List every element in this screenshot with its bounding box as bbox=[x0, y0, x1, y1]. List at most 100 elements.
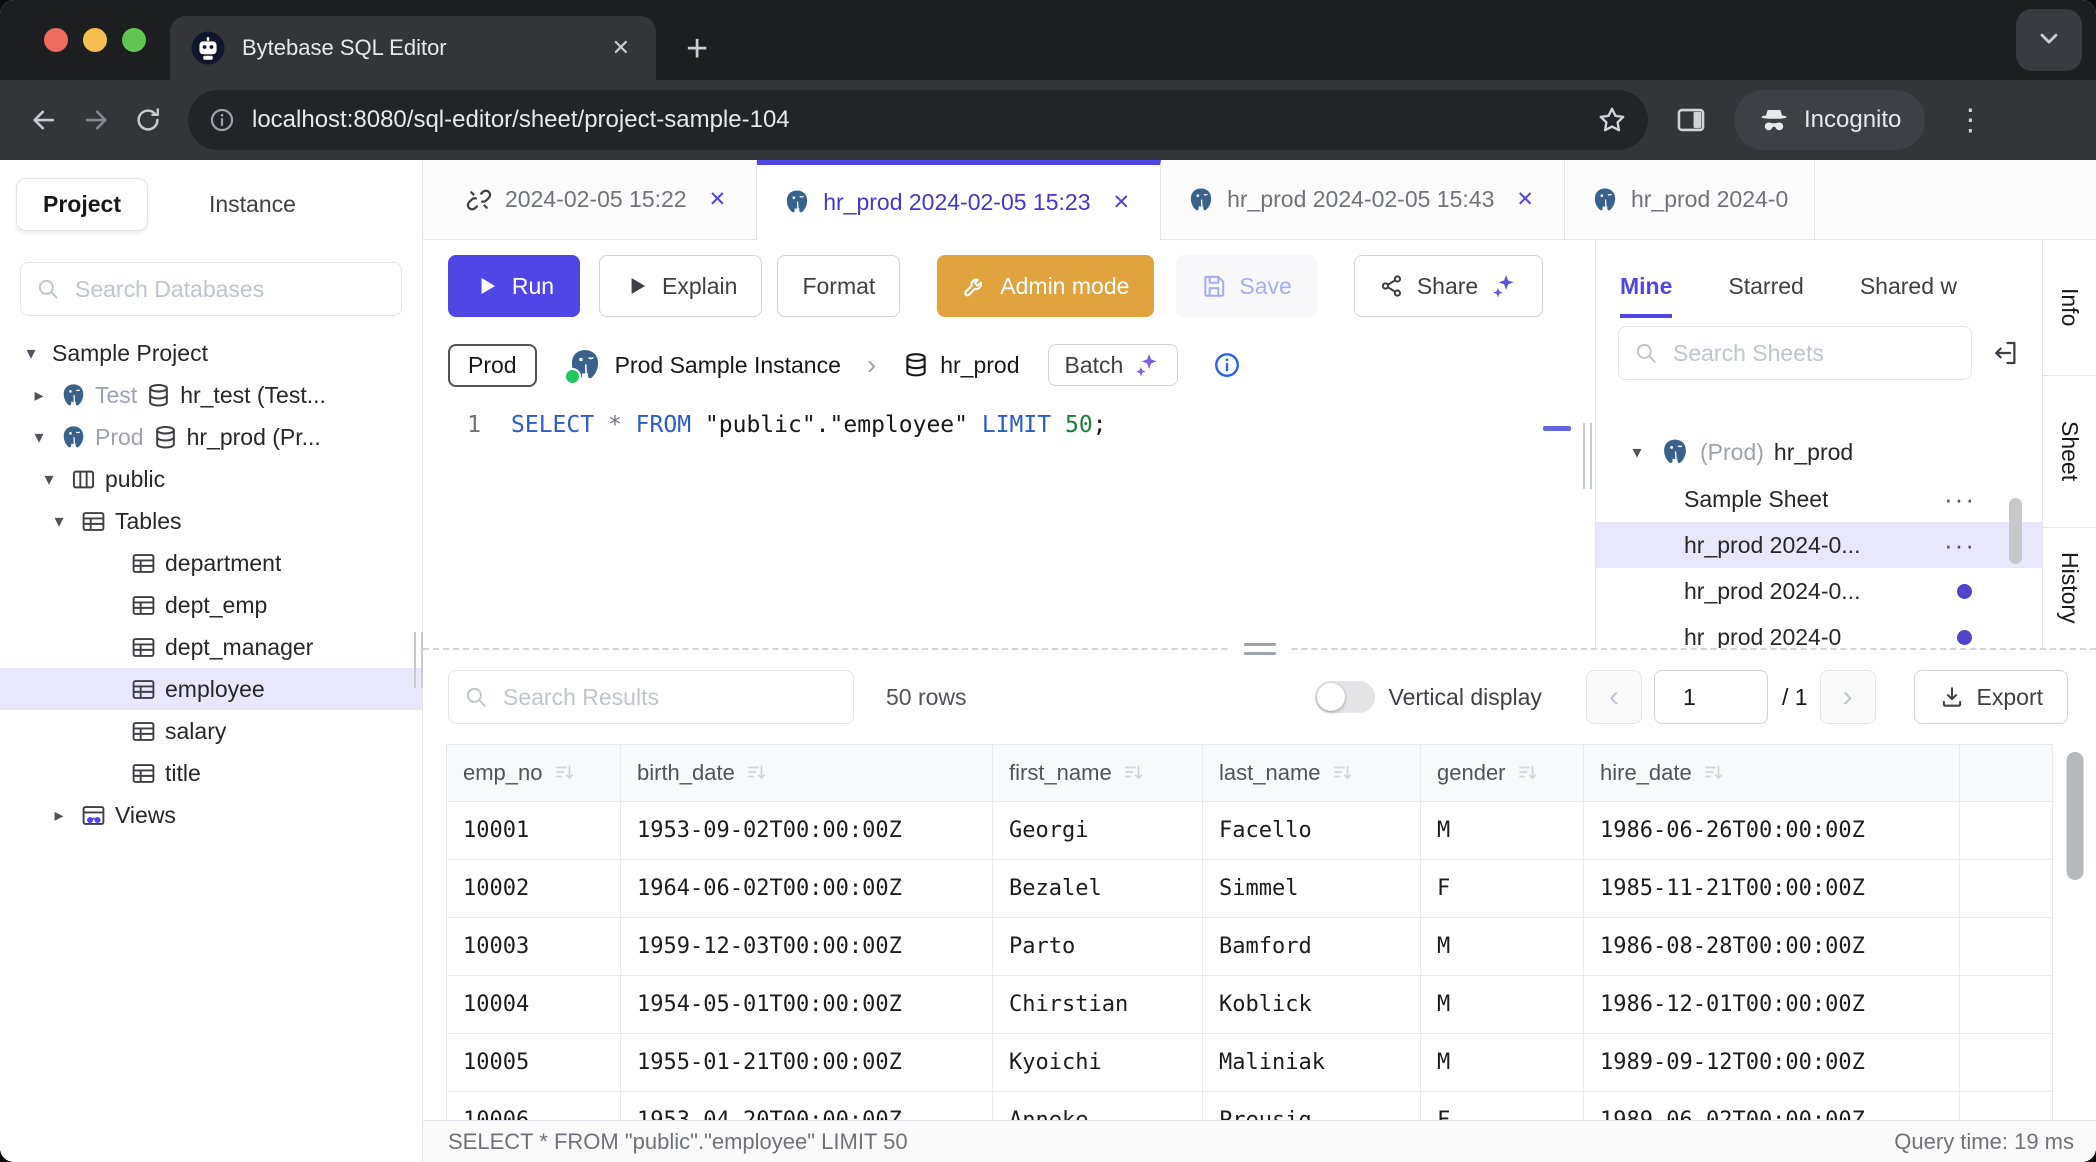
site-info-icon[interactable] bbox=[208, 106, 236, 134]
search-results-input[interactable] bbox=[448, 670, 854, 724]
close-editor-tab-icon[interactable]: ✕ bbox=[705, 185, 731, 214]
sheet-item[interactable]: Sample Sheet ··· bbox=[1596, 476, 2042, 522]
cell-last-name[interactable]: Simmel bbox=[1203, 860, 1421, 917]
column-header[interactable]: birth_date bbox=[621, 745, 993, 801]
format-button[interactable]: Format bbox=[777, 255, 900, 317]
prev-page-button[interactable]: ‹ bbox=[1586, 670, 1642, 724]
tree-item[interactable]: ▾ Prod hr_prod (Pr... bbox=[0, 416, 422, 458]
editor-tab[interactable]: 2024-02-05 15:22 ✕ bbox=[439, 160, 757, 239]
cell-hire-date[interactable]: 1986-08-28T00:00:00Z bbox=[1584, 918, 1960, 975]
cell-birth-date[interactable]: 1964-06-02T00:00:00Z bbox=[621, 860, 993, 917]
tree-item[interactable]: dept_emp bbox=[0, 584, 422, 626]
tree-item[interactable]: dept_manager bbox=[0, 626, 422, 668]
table-row[interactable]: 10006 1953-04-20T00:00:00Z Anneke Preusi… bbox=[447, 1092, 2096, 1120]
import-sheet-icon[interactable] bbox=[1990, 338, 2020, 368]
cell-hire-date[interactable]: 1989-06-02T00:00:00Z bbox=[1584, 1092, 1960, 1120]
tree-item[interactable]: department bbox=[0, 542, 422, 584]
panel-drag-handle[interactable] bbox=[1231, 636, 1289, 662]
column-header[interactable]: hire_date bbox=[1584, 745, 1960, 801]
close-editor-tab-icon[interactable]: ✕ bbox=[1512, 185, 1538, 214]
back-button[interactable] bbox=[22, 98, 66, 142]
new-tab-button[interactable]: + bbox=[676, 26, 718, 72]
cell-gender[interactable]: F bbox=[1421, 1092, 1584, 1120]
column-header[interactable]: last_name bbox=[1203, 745, 1421, 801]
batch-button[interactable]: Batch bbox=[1048, 344, 1179, 386]
cell-gender[interactable]: F bbox=[1421, 860, 1584, 917]
save-button[interactable]: Save bbox=[1176, 255, 1316, 317]
cell-first-name[interactable]: Georgi bbox=[993, 802, 1203, 859]
cell-gender[interactable]: M bbox=[1421, 976, 1584, 1033]
cell-gender[interactable]: M bbox=[1421, 802, 1584, 859]
tree-caret-icon[interactable]: ▸ bbox=[46, 805, 72, 826]
scrollbar-thumb[interactable] bbox=[2066, 752, 2083, 880]
close-editor-tab-icon[interactable]: ✕ bbox=[1108, 188, 1134, 217]
cell-birth-date[interactable]: 1953-04-20T00:00:00Z bbox=[621, 1092, 993, 1120]
cell-gender[interactable]: M bbox=[1421, 918, 1584, 975]
tree-item[interactable]: ▾ public bbox=[0, 458, 422, 500]
cell-first-name[interactable]: Kyoichi bbox=[993, 1034, 1203, 1091]
share-button[interactable]: Share bbox=[1354, 255, 1543, 317]
cell-last-name[interactable]: Koblick bbox=[1203, 976, 1421, 1033]
cell-emp-no[interactable]: 10001 bbox=[447, 802, 621, 859]
browser-menu-button[interactable]: ⋮ bbox=[1947, 103, 1993, 138]
cell-first-name[interactable]: Bezalel bbox=[993, 860, 1203, 917]
tree-item[interactable]: employee bbox=[0, 668, 422, 710]
rail-tab-sheet[interactable]: Sheet bbox=[2043, 376, 2096, 528]
cell-hire-date[interactable]: 1986-06-26T00:00:00Z bbox=[1584, 802, 1960, 859]
cell-last-name[interactable]: Preusig bbox=[1203, 1092, 1421, 1120]
sheets-tab[interactable]: Shared w bbox=[1860, 273, 1957, 318]
cell-gender[interactable]: M bbox=[1421, 1034, 1584, 1091]
next-page-button[interactable]: › bbox=[1820, 670, 1876, 724]
forward-button[interactable] bbox=[74, 98, 118, 142]
reload-button[interactable] bbox=[126, 98, 170, 142]
tree-item[interactable]: ▸ Views bbox=[0, 794, 422, 836]
browser-tab[interactable]: Bytebase SQL Editor ✕ bbox=[170, 16, 656, 80]
tree-item[interactable]: title bbox=[0, 752, 422, 794]
tab-search-button[interactable] bbox=[2016, 9, 2082, 71]
editor-tab[interactable]: hr_prod 2024-02-05 15:43 ✕ bbox=[1161, 160, 1565, 239]
sheets-tab[interactable]: Mine bbox=[1620, 273, 1672, 318]
tree-item[interactable]: ▾ Tables bbox=[0, 500, 422, 542]
cell-emp-no[interactable]: 10005 bbox=[447, 1034, 621, 1091]
bookmark-star-icon[interactable] bbox=[1596, 104, 1628, 136]
database-name[interactable]: hr_prod bbox=[940, 352, 1019, 379]
cell-birth-date[interactable]: 1954-05-01T00:00:00Z bbox=[621, 976, 993, 1033]
sort-icon[interactable] bbox=[1331, 761, 1355, 785]
panel-resize-handle[interactable] bbox=[1583, 423, 1592, 489]
tree-caret-icon[interactable]: ▾ bbox=[36, 469, 62, 490]
sort-icon[interactable] bbox=[1516, 761, 1540, 785]
cell-emp-no[interactable]: 10002 bbox=[447, 860, 621, 917]
table-row[interactable]: 10003 1959-12-03T00:00:00Z Parto Bamford… bbox=[447, 918, 2096, 976]
close-tab-icon[interactable]: ✕ bbox=[606, 31, 636, 65]
sort-icon[interactable] bbox=[1122, 761, 1146, 785]
sheet-item[interactable]: hr_prod 2024-0... bbox=[1596, 568, 2042, 614]
column-header[interactable]: emp_no bbox=[447, 745, 621, 801]
explain-button[interactable]: Explain bbox=[599, 255, 762, 317]
cell-birth-date[interactable]: 1955-01-21T00:00:00Z bbox=[621, 1034, 993, 1091]
sheets-scrollbar[interactable] bbox=[2009, 498, 2022, 564]
cell-birth-date[interactable]: 1959-12-03T00:00:00Z bbox=[621, 918, 993, 975]
tree-caret-icon[interactable]: ▾ bbox=[18, 343, 44, 364]
search-sheets-input[interactable] bbox=[1618, 326, 1972, 380]
cell-first-name[interactable]: Chirstian bbox=[993, 976, 1203, 1033]
maximize-window-button[interactable] bbox=[122, 28, 146, 52]
search-databases-input[interactable] bbox=[20, 262, 402, 316]
side-panel-icon[interactable] bbox=[1674, 103, 1708, 137]
sidebar-tab[interactable]: Instance bbox=[182, 178, 323, 231]
page-number-input[interactable] bbox=[1654, 670, 1768, 724]
tree-item[interactable]: ▸ Test hr_test (Test... bbox=[0, 374, 422, 416]
column-header[interactable]: first_name bbox=[993, 745, 1203, 801]
sidebar-tab[interactable]: Project bbox=[16, 178, 148, 231]
close-window-button[interactable] bbox=[44, 28, 68, 52]
cell-emp-no[interactable]: 10003 bbox=[447, 918, 621, 975]
cell-emp-no[interactable]: 10004 bbox=[447, 976, 621, 1033]
sql-editor[interactable]: 1 SELECT * FROM "public"."employee" LIMI… bbox=[423, 398, 1595, 648]
cell-first-name[interactable]: Parto bbox=[993, 918, 1203, 975]
cell-emp-no[interactable]: 10006 bbox=[447, 1092, 621, 1120]
cell-hire-date[interactable]: 1989-09-12T00:00:00Z bbox=[1584, 1034, 1960, 1091]
table-row[interactable]: 10001 1953-09-02T00:00:00Z Georgi Facell… bbox=[447, 802, 2096, 860]
info-icon[interactable] bbox=[1212, 350, 1242, 380]
sheets-tab[interactable]: Starred bbox=[1728, 273, 1803, 318]
tree-caret-icon[interactable]: ▾ bbox=[1624, 442, 1650, 463]
export-button[interactable]: Export bbox=[1914, 670, 2068, 724]
